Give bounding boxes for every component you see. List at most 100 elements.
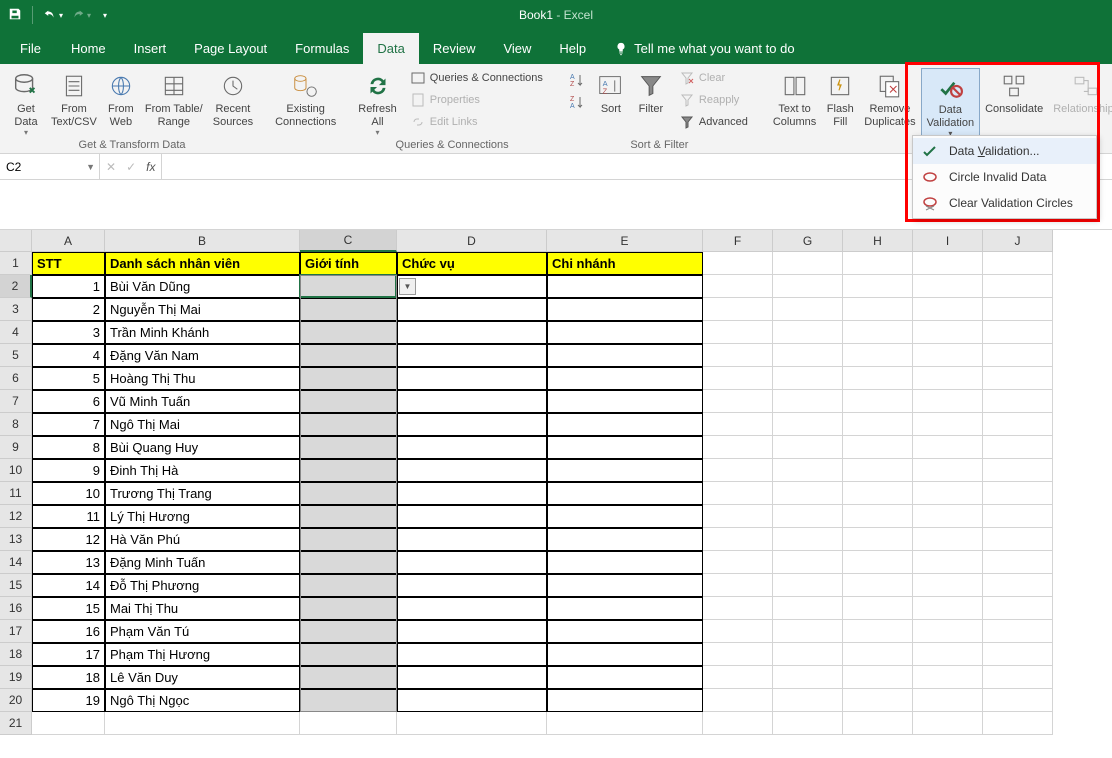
row-header-20[interactable]: 20 [0, 689, 32, 712]
cell-B21[interactable] [105, 712, 300, 735]
cell-C2[interactable] [300, 275, 397, 298]
cell-J21[interactable] [983, 712, 1053, 735]
cell-J17[interactable] [983, 620, 1053, 643]
cell-H12[interactable] [843, 505, 913, 528]
col-header-I[interactable]: I [913, 230, 983, 252]
cell-F6[interactable] [703, 367, 773, 390]
cell-C16[interactable] [300, 597, 397, 620]
cell-A9[interactable]: 8 [32, 436, 105, 459]
cell-G7[interactable] [773, 390, 843, 413]
row-header-1[interactable]: 1 [0, 252, 32, 275]
cell-H20[interactable] [843, 689, 913, 712]
cell-F3[interactable] [703, 298, 773, 321]
cell-I18[interactable] [913, 643, 983, 666]
cell-C10[interactable] [300, 459, 397, 482]
cell-E19[interactable] [547, 666, 703, 689]
cell-E1[interactable]: Chi nhánh [547, 252, 703, 275]
col-header-E[interactable]: E [547, 230, 703, 252]
tab-home[interactable]: Home [57, 33, 120, 64]
queries-connections-button[interactable]: Queries & Connections [406, 68, 547, 88]
cell-F13[interactable] [703, 528, 773, 551]
cell-H11[interactable] [843, 482, 913, 505]
cell-J15[interactable] [983, 574, 1053, 597]
cell-G11[interactable] [773, 482, 843, 505]
cell-G5[interactable] [773, 344, 843, 367]
cell-A7[interactable]: 6 [32, 390, 105, 413]
row-header-7[interactable]: 7 [0, 390, 32, 413]
sort-desc-button[interactable]: ZA [565, 92, 589, 112]
advanced-filter-button[interactable]: Advanced [675, 112, 752, 132]
cell-E21[interactable] [547, 712, 703, 735]
cell-D7[interactable] [397, 390, 547, 413]
row-header-18[interactable]: 18 [0, 643, 32, 666]
tab-pagelayout[interactable]: Page Layout [180, 33, 281, 64]
cell-I7[interactable] [913, 390, 983, 413]
col-header-D[interactable]: D [397, 230, 547, 252]
get-data-button[interactable]: Get Data ▾ [6, 68, 46, 139]
cell-G3[interactable] [773, 298, 843, 321]
cell-E8[interactable] [547, 413, 703, 436]
cell-F17[interactable] [703, 620, 773, 643]
cell-H16[interactable] [843, 597, 913, 620]
cell-H21[interactable] [843, 712, 913, 735]
cell-A12[interactable]: 11 [32, 505, 105, 528]
cell-G12[interactable] [773, 505, 843, 528]
validation-dropdown-arrow[interactable]: ▼ [399, 278, 416, 295]
cell-A19[interactable]: 18 [32, 666, 105, 689]
refresh-all-button[interactable]: Refresh All ▾ [353, 68, 402, 139]
cell-J6[interactable] [983, 367, 1053, 390]
cell-D20[interactable] [397, 689, 547, 712]
row-header-9[interactable]: 9 [0, 436, 32, 459]
cell-H9[interactable] [843, 436, 913, 459]
cell-D4[interactable] [397, 321, 547, 344]
spreadsheet[interactable]: 123456789101112131415161718192021 ABCDEF… [0, 230, 1112, 735]
cell-G1[interactable] [773, 252, 843, 275]
row-header-8[interactable]: 8 [0, 413, 32, 436]
cell-C14[interactable] [300, 551, 397, 574]
cell-B4[interactable]: Trần Minh Khánh [105, 321, 300, 344]
fx-icon[interactable]: fx [146, 160, 155, 174]
cell-A1[interactable]: STT [32, 252, 105, 275]
filter-button[interactable]: Filter [631, 68, 671, 118]
cell-G14[interactable] [773, 551, 843, 574]
menu-item-data-validation[interactable]: Data Validation... [913, 138, 1096, 164]
cell-A17[interactable]: 16 [32, 620, 105, 643]
tab-data[interactable]: Data [363, 33, 418, 64]
cell-A8[interactable]: 7 [32, 413, 105, 436]
cell-F14[interactable] [703, 551, 773, 574]
cell-E5[interactable] [547, 344, 703, 367]
row-header-12[interactable]: 12 [0, 505, 32, 528]
cell-I13[interactable] [913, 528, 983, 551]
cell-H3[interactable] [843, 298, 913, 321]
text-to-columns-button[interactable]: Text to Columns [768, 68, 821, 130]
cell-H19[interactable] [843, 666, 913, 689]
tab-view[interactable]: View [489, 33, 545, 64]
cell-C17[interactable] [300, 620, 397, 643]
cell-I5[interactable] [913, 344, 983, 367]
cell-D13[interactable] [397, 528, 547, 551]
cell-J1[interactable] [983, 252, 1053, 275]
cell-B2[interactable]: Bùi Văn Dũng [105, 275, 300, 298]
row-header-10[interactable]: 10 [0, 459, 32, 482]
cell-F19[interactable] [703, 666, 773, 689]
cell-J14[interactable] [983, 551, 1053, 574]
cell-J3[interactable] [983, 298, 1053, 321]
cell-A13[interactable]: 12 [32, 528, 105, 551]
cell-B20[interactable]: Ngô Thị Ngọc [105, 689, 300, 712]
cell-H18[interactable] [843, 643, 913, 666]
cell-H15[interactable] [843, 574, 913, 597]
cell-E4[interactable] [547, 321, 703, 344]
cell-C15[interactable] [300, 574, 397, 597]
cell-B19[interactable]: Lê Văn Duy [105, 666, 300, 689]
cell-C1[interactable]: Giới tính [300, 252, 397, 275]
cell-B5[interactable]: Đặng Văn Nam [105, 344, 300, 367]
tab-formulas[interactable]: Formulas [281, 33, 363, 64]
cell-I15[interactable] [913, 574, 983, 597]
col-header-A[interactable]: A [32, 230, 105, 252]
cell-C4[interactable] [300, 321, 397, 344]
cell-J20[interactable] [983, 689, 1053, 712]
save-icon[interactable] [8, 7, 22, 24]
cell-E14[interactable] [547, 551, 703, 574]
cell-H5[interactable] [843, 344, 913, 367]
tab-review[interactable]: Review [419, 33, 490, 64]
